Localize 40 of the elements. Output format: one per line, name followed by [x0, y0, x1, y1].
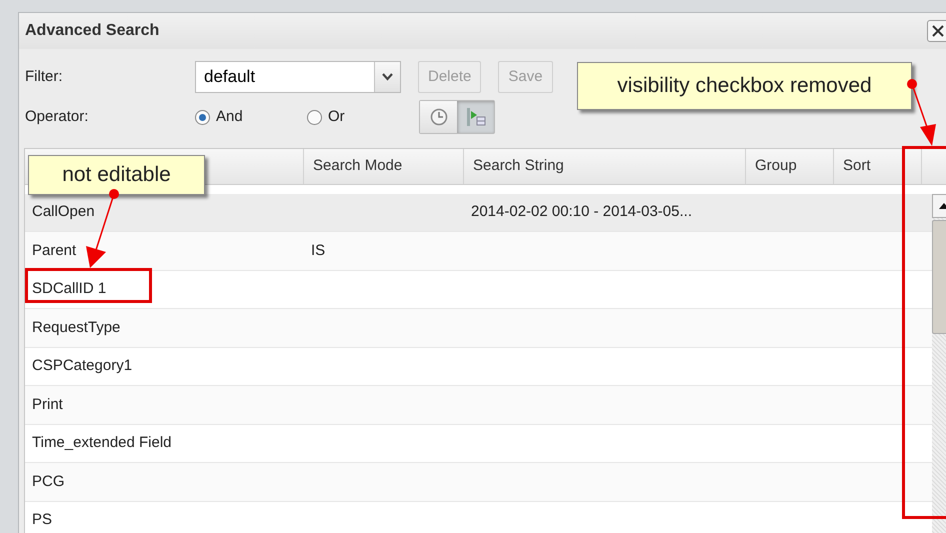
filter-label: Filter:: [25, 66, 64, 87]
table-cell-text: CallOpen: [31, 202, 96, 222]
toggle-button[interactable]: [457, 101, 494, 133]
close-icon: [932, 25, 944, 37]
toggle-button[interactable]: [420, 101, 457, 133]
column-header[interactable]: Search String: [464, 149, 746, 184]
column-header[interactable]: Search Mode: [304, 149, 464, 184]
column-header[interactable]: Group: [746, 149, 834, 184]
table-cell-text: Time_extended Field: [31, 433, 173, 453]
window-title: Advanced Search: [25, 21, 160, 41]
table-cell-text: IS: [310, 240, 326, 260]
grid-row[interactable]: CallOpen 2014-02-02 00:10 - 2014-03-05...: [25, 194, 932, 232]
table-cell-text: Print: [31, 394, 64, 414]
table-cell-text: PCG: [31, 472, 66, 492]
radio-label: Or: [328, 106, 345, 127]
callout-note: not editable: [28, 155, 205, 195]
column-header[interactable]: Sort: [834, 149, 922, 184]
close-button[interactable]: [927, 20, 946, 42]
radio-button[interactable]: [307, 110, 322, 124]
table-cell-text: SDCallID 1: [31, 279, 108, 299]
table-cell-text: Parent: [31, 240, 78, 260]
radio-label: And: [216, 106, 243, 127]
table-cell-text: 2014-02-02 00:10 - 2014-03-05...: [470, 202, 693, 222]
grid-row[interactable]: Parent IS: [25, 232, 932, 270]
triangle-up-icon: [939, 203, 946, 209]
leader-line: [907, 79, 936, 146]
table-cell-text: RequestType: [31, 318, 122, 338]
table-cell-text: PS: [31, 510, 54, 530]
callout-note: visibility checkbox removed: [577, 62, 912, 110]
grid-row[interactable]: Print: [25, 386, 932, 424]
filter-dropdown[interactable]: default: [195, 61, 401, 93]
dropdown-button[interactable]: [374, 62, 400, 92]
operator-label: Operator:: [25, 106, 90, 127]
table-cell-text: CSPCategory1: [31, 356, 134, 376]
clock-icon: [430, 108, 448, 126]
grid-row[interactable]: PCG: [25, 463, 932, 502]
chevron-down-icon: [382, 73, 393, 81]
play-list-icon: [466, 107, 486, 127]
grid-row[interactable]: RequestType: [25, 309, 932, 348]
radio-button[interactable]: [195, 110, 210, 124]
